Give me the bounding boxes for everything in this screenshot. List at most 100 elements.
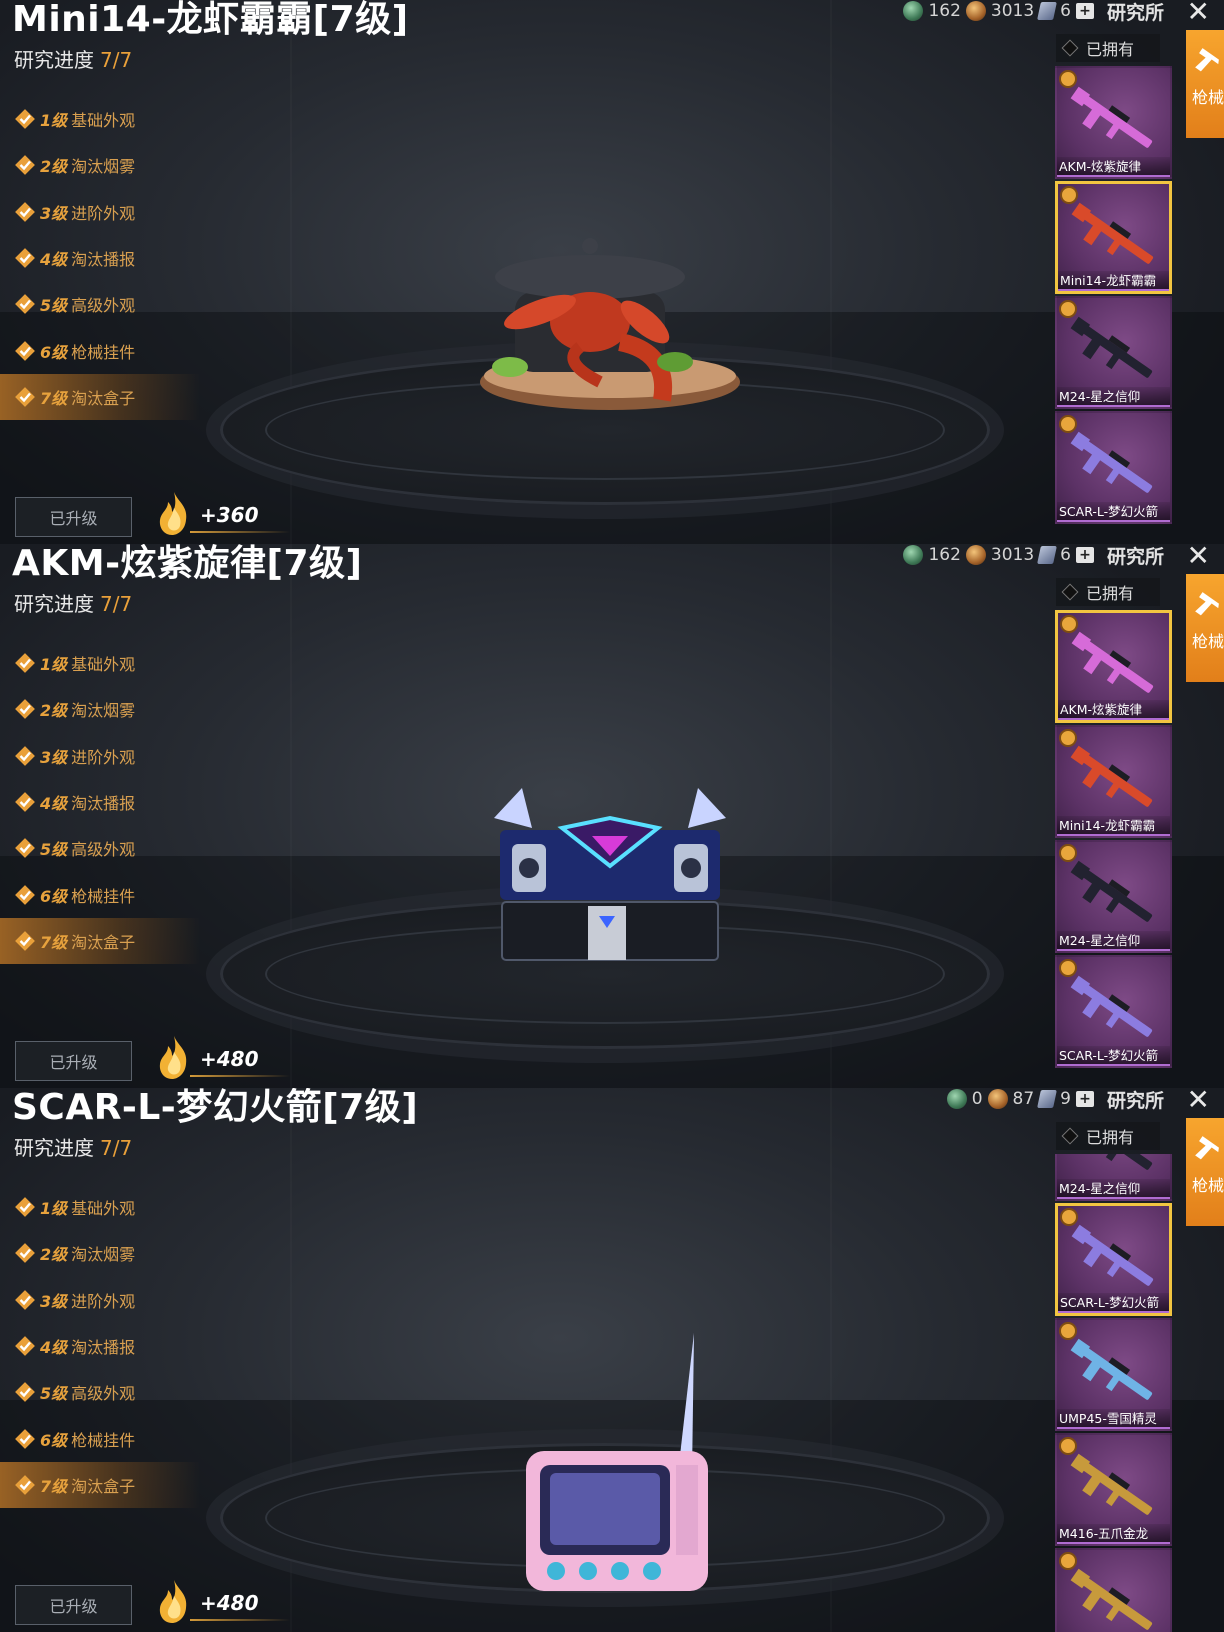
weapon-card[interactable]: M416-五爪金龙 xyxy=(1055,1433,1172,1546)
research-card-icon xyxy=(1037,1090,1058,1108)
tab-firearms[interactable]: 枪械 xyxy=(1186,574,1224,682)
upgraded-button[interactable]: 已升级 xyxy=(15,1041,132,1081)
owned-filter[interactable]: 已拥有 xyxy=(1056,1122,1160,1150)
level-item[interactable]: 3级 进阶外观 xyxy=(0,733,200,779)
weapon-underline xyxy=(1058,289,1169,291)
progress-label: 研究进度 xyxy=(14,592,94,616)
check-icon xyxy=(15,838,35,859)
level-item[interactable]: 5级 高级外观 xyxy=(0,825,200,871)
level-number: 5级 xyxy=(40,1384,68,1404)
check-icon xyxy=(15,109,35,130)
green-coin-icon xyxy=(903,1,924,21)
pistol-icon xyxy=(1195,48,1219,72)
check-icon xyxy=(15,201,35,222)
weapon-card[interactable]: AKM-炫紫旋律 xyxy=(1055,610,1172,723)
level-item[interactable]: 6级 枪械挂件 xyxy=(0,1415,200,1461)
add-currency-button[interactable]: + xyxy=(1075,547,1094,563)
owned-filter[interactable]: 已拥有 xyxy=(1056,34,1160,62)
weapon-name: AKM-炫紫旋律 xyxy=(1057,157,1170,177)
level-number: 5级 xyxy=(40,840,68,860)
level-item[interactable]: 7级 淘汰盒子 xyxy=(0,373,200,421)
level-name: 高级外观 xyxy=(71,296,136,316)
weapon-card[interactable]: AKM-炫紫旋律 xyxy=(1055,66,1172,179)
level-number: 7级 xyxy=(40,388,68,408)
weapon-name: SCAR-L-梦幻火箭 xyxy=(1057,502,1170,522)
check-icon xyxy=(15,294,35,315)
level-name: 高级外观 xyxy=(71,840,136,860)
level-item[interactable]: 6级 枪械挂件 xyxy=(0,871,200,917)
owned-filter[interactable]: 已拥有 xyxy=(1056,578,1160,606)
level-item[interactable]: 1级 基础外观 xyxy=(0,96,200,142)
currency-bar: 162 3013 6 + 研究所 xyxy=(903,544,1164,568)
level-item[interactable]: 2级 淘汰烟雾 xyxy=(0,686,200,732)
weapon-thumbnail-icon xyxy=(1070,431,1153,493)
weapon-card[interactable]: M24-星之信仰 xyxy=(1055,296,1172,409)
weapon-card[interactable]: Mini14-龙虾霸霸 xyxy=(1055,725,1172,838)
level-item[interactable]: 4级 淘汰播报 xyxy=(0,235,200,281)
level-item[interactable]: 2级 淘汰烟雾 xyxy=(0,1230,200,1276)
close-icon[interactable]: ✕ xyxy=(1187,0,1210,26)
add-currency-button[interactable]: + xyxy=(1075,1091,1094,1107)
level-name: 淘汰烟雾 xyxy=(71,1245,136,1265)
tab-firearms[interactable]: 枪械 xyxy=(1186,30,1224,138)
weapon-thumbnail-icon xyxy=(1071,202,1154,264)
weapon-card[interactable]: SCAR-L-梦幻火箭 xyxy=(1055,1203,1172,1316)
level-item[interactable]: 4级 淘汰播报 xyxy=(0,779,200,825)
tab-firearms[interactable]: 枪械 xyxy=(1186,1118,1224,1226)
weapon-thumbnail-icon xyxy=(1070,316,1153,378)
add-currency-button[interactable]: + xyxy=(1075,3,1094,19)
weapon-card[interactable]: SCAR-L-梦幻火箭 xyxy=(1055,955,1172,1068)
research-card-icon xyxy=(1037,546,1058,564)
upgraded-button[interactable]: 已升级 xyxy=(15,1585,132,1625)
level-list: 1级 基础外观 2级 淘汰烟雾 3级 进阶外观 4级 淘汰播报 5级 高级外观 6级 枪械挂件 7级 淘汰… xyxy=(0,1184,200,1509)
weapon-list: M24-星之信仰 SCAR-L-梦幻火箭 UMP45-雪国精灵 M416-五爪金龙 xyxy=(1055,1154,1173,1632)
check-icon xyxy=(15,699,35,720)
weapon-underline xyxy=(1057,834,1170,836)
weapon-card[interactable]: Mini14-龙虾霸霸 xyxy=(1055,181,1172,294)
weapon-list: AKM-炫紫旋律 Mini14-龙虾霸霸 M24-星之信仰 SCAR-L-梦幻火箭 xyxy=(1055,66,1173,544)
level-item[interactable]: 6级 枪械挂件 xyxy=(0,327,200,373)
level-item[interactable]: 1级 基础外观 xyxy=(0,640,200,686)
weapon-card[interactable]: M24-星之信仰 xyxy=(1055,1154,1172,1201)
weapon-card[interactable]: SCAR-L-梦幻火箭 xyxy=(1055,411,1172,524)
owned-label: 已拥有 xyxy=(1086,40,1135,59)
music-crate-icon xyxy=(494,788,726,961)
level-item[interactable]: 7级 淘汰盒子 xyxy=(0,917,200,965)
level-item[interactable]: 7级 淘汰盒子 xyxy=(0,1461,200,1509)
currency-bar: 162 3013 6 + 研究所 xyxy=(903,0,1164,24)
level-item[interactable]: 4级 淘汰播报 xyxy=(0,1323,200,1369)
close-icon[interactable]: ✕ xyxy=(1187,544,1210,570)
flame-underline xyxy=(190,531,290,533)
level-item[interactable]: 5级 高级外观 xyxy=(0,1369,200,1415)
level-item[interactable]: 3级 进阶外观 xyxy=(0,1277,200,1323)
flame-points: +480 xyxy=(200,1047,259,1071)
level-number: 4级 xyxy=(40,1338,68,1358)
level-name: 淘汰盒子 xyxy=(71,1476,136,1496)
close-icon[interactable]: ✕ xyxy=(1187,1088,1210,1114)
bronze-coin-count: 3013 xyxy=(990,545,1035,565)
level-number: 7级 xyxy=(40,1476,68,1496)
weapon-card[interactable]: M24-星之信仰 xyxy=(1055,840,1172,953)
research-panel: SCAR-L-梦幻火箭[7级] 研究进度 7/7 1级 基础外观 2级 淘汰烟雾 3级 进阶… xyxy=(0,1088,1224,1632)
research-card-count: 6 xyxy=(1060,545,1071,565)
level-item[interactable]: 5级 高级外观 xyxy=(0,281,200,327)
level-name: 基础外观 xyxy=(71,111,136,131)
level-name: 淘汰播报 xyxy=(71,794,136,814)
weapon-card[interactable] xyxy=(1055,1548,1172,1632)
retro-radio-icon xyxy=(526,1333,708,1591)
level-item[interactable]: 1级 基础外观 xyxy=(0,1184,200,1230)
upgraded-button[interactable]: 已升级 xyxy=(15,497,132,537)
level-item[interactable]: 2级 淘汰烟雾 xyxy=(0,142,200,188)
weapon-thumbnail-icon xyxy=(1070,975,1153,1037)
flame-icon xyxy=(159,492,187,535)
weapon-name: UMP45-雪国精灵 xyxy=(1057,1409,1170,1429)
level-name: 淘汰烟雾 xyxy=(71,157,136,177)
level-name: 淘汰盒子 xyxy=(71,388,136,408)
weapon-thumbnail-icon xyxy=(1070,860,1153,922)
level-item[interactable]: 3级 进阶外观 xyxy=(0,189,200,235)
progress-value: 7/7 xyxy=(100,48,133,72)
level-number: 6级 xyxy=(40,342,68,362)
weapon-card[interactable]: UMP45-雪国精灵 xyxy=(1055,1318,1172,1431)
lobster-pot-icon xyxy=(480,238,740,410)
check-icon xyxy=(15,653,35,674)
